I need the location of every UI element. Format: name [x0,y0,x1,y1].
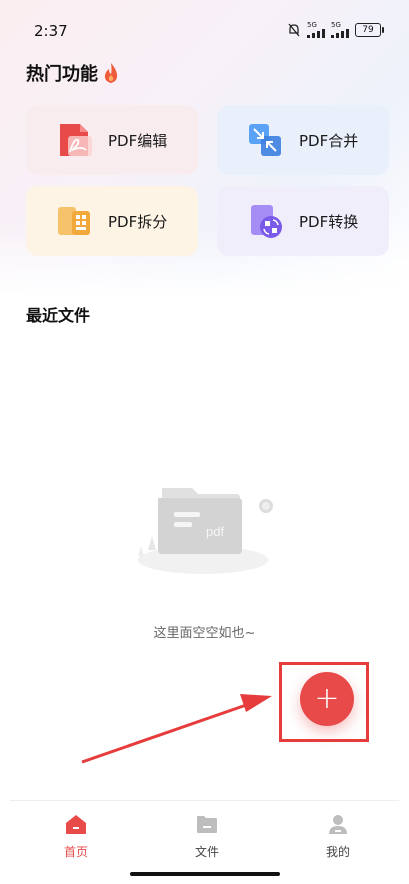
tool-card-pdf-edit[interactable]: PDF编辑 [26,105,198,175]
signal-1: 5G [307,22,325,38]
signal-bars-icon [307,29,325,38]
nav-files[interactable]: 文件 [167,813,247,860]
nav-label: 我的 [325,845,350,859]
tool-label: PDF合并 [299,131,359,150]
nav-label: 文件 [194,845,219,859]
bottom-navigation: 首页 文件 我的 [10,800,399,871]
recent-files-title: 最近文件 [26,306,91,325]
nav-label: 首页 [63,845,88,859]
home-icon [66,815,86,834]
nav-me[interactable]: 我的 [298,813,378,860]
pdf-merge-icon [249,124,281,156]
pdf-edit-icon [60,124,92,156]
home-indicator[interactable] [130,872,280,876]
mute-bell-icon [288,23,300,37]
plus-icon: + [314,681,340,716]
tool-card-pdf-convert[interactable]: PDF转换 [217,186,389,256]
empty-state-text: 这里面空空如也~ [153,626,256,641]
add-file-button[interactable]: + [300,672,354,726]
user-icon [329,815,347,834]
empty-folder-illustration: pdf [138,488,273,574]
tool-label: PDF编辑 [108,131,168,150]
tool-card-pdf-split[interactable]: PDF拆分 [26,186,198,256]
nav-home[interactable]: 首页 [36,813,116,860]
svg-text:pdf: pdf [206,524,224,539]
pdf-convert-icon [251,205,282,238]
signal-2: 5G [331,22,349,38]
status-icons: 5G 5G 79 [287,22,384,38]
tool-label: PDF转换 [299,212,359,231]
status-bar: 2:37 5G 5G 79 [0,0,409,58]
tool-label: PDF拆分 [108,212,168,231]
status-time: 2:37 [34,22,68,40]
tool-card-pdf-merge[interactable]: PDF合并 [217,105,389,175]
battery-icon: 79 [355,23,384,37]
hot-section-title: 热门功能 [26,60,120,86]
flame-icon [104,63,118,83]
folder-icon [197,816,217,833]
signal-bars-icon [331,29,349,38]
pdf-split-icon [58,207,90,235]
